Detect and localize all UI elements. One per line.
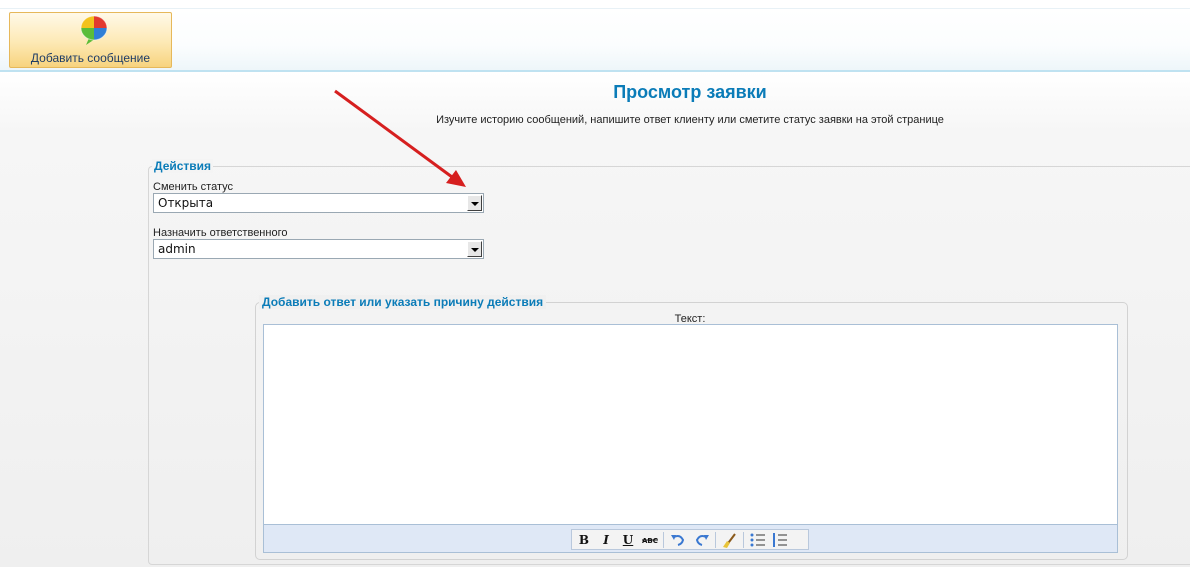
- status-label: Сменить статус: [153, 181, 233, 193]
- rich-text-editor: B I U ABC: [263, 324, 1118, 553]
- editor-toolbar: B I U ABC: [264, 524, 1117, 552]
- reply-legend: Добавить ответ или указать причину дейст…: [259, 295, 547, 309]
- svg-text:ABC: ABC: [642, 537, 658, 545]
- toolbar-separator: [715, 532, 716, 548]
- strikethrough-icon[interactable]: ABC: [640, 531, 660, 549]
- numbered-list-icon[interactable]: [770, 531, 790, 549]
- speech-bubble-icon: [80, 15, 108, 45]
- assignee-label: Назначить ответственного: [153, 227, 288, 239]
- status-select-value: Открыта: [158, 196, 214, 210]
- status-select[interactable]: Открыта: [153, 193, 484, 213]
- bullet-list-icon[interactable]: [748, 531, 768, 549]
- assignee-select-value: admin: [158, 242, 196, 256]
- toolbar-separator: [743, 532, 744, 548]
- editor-button-group: B I U ABC: [571, 529, 809, 550]
- undo-icon[interactable]: [668, 531, 688, 549]
- clean-formatting-icon[interactable]: [720, 531, 740, 549]
- toolbar-separator: [663, 532, 664, 548]
- add-message-button[interactable]: Добавить сообщение: [9, 12, 172, 68]
- actions-legend: Действия: [152, 159, 214, 173]
- top-toolbar: [0, 8, 1190, 70]
- italic-icon[interactable]: I: [596, 531, 616, 549]
- page-subtitle: Изучите историю сообщений, напишите отве…: [436, 114, 944, 126]
- assignee-select[interactable]: admin: [153, 239, 484, 259]
- reply-text-area[interactable]: [264, 325, 1117, 524]
- chevron-down-icon[interactable]: [467, 241, 482, 257]
- underline-icon[interactable]: U: [618, 531, 638, 549]
- redo-icon[interactable]: [692, 531, 712, 549]
- page-title: Просмотр заявки: [613, 82, 767, 102]
- add-message-label: Добавить сообщение: [30, 51, 151, 65]
- bold-icon[interactable]: B: [574, 531, 594, 549]
- chevron-down-icon[interactable]: [467, 195, 482, 211]
